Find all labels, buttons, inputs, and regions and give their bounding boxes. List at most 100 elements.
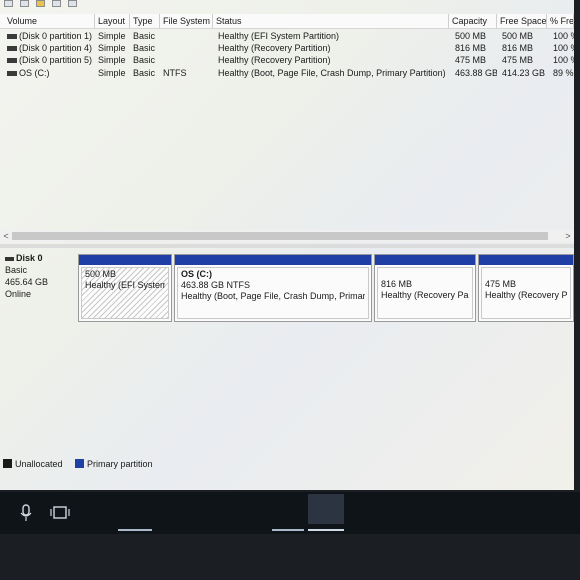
col-freespace-header[interactable]: Free Space — [497, 14, 547, 28]
legend-unallocated-label: Unallocated — [15, 458, 63, 469]
disk-size: 465.64 GB — [5, 277, 49, 287]
status-cell: Healthy (Boot, Page File, Crash Dump, Pr… — [218, 68, 446, 78]
volume-drive-icon — [7, 46, 17, 52]
volume-name: (Disk 0 partition 4) — [19, 43, 93, 53]
status-cell: Healthy (Recovery Partition) — [218, 55, 331, 65]
col-capacity-header[interactable]: Capacity — [449, 14, 497, 28]
partition-status: Healthy (Recovery Partition) — [381, 290, 469, 300]
legend-primary-swatch — [75, 459, 85, 469]
filesystem-cell — [160, 54, 213, 66]
partition-os-c[interactable]: OS (C:) 463.88 GB NTFS Healthy (Boot, Pa… — [174, 254, 372, 322]
partition-recovery-4[interactable]: 816 MB Healthy (Recovery Partition) — [374, 254, 476, 322]
pctfree-cell: 100 % — [553, 55, 574, 65]
capacity-cell: 816 MB — [455, 43, 487, 53]
type-cell: Basic — [133, 43, 156, 53]
freespace-cell: 475 MB — [502, 55, 534, 65]
pctfree-cell: 100 % — [553, 31, 574, 41]
partition-status: Healthy (Boot, Page File, Crash Dump, Pr… — [181, 291, 365, 301]
disk-management-window: Volume Layout Type File System Status Ca… — [0, 0, 574, 490]
volume-drive-icon — [7, 34, 17, 40]
pane-splitter[interactable] — [0, 244, 574, 248]
partition-primary-bar — [375, 255, 475, 265]
status-cell: Healthy (EFI System Partition) — [218, 31, 340, 41]
partition-name: OS (C:) — [181, 269, 212, 279]
microphone-icon[interactable] — [14, 502, 38, 524]
partition-body: 500 MB Healthy (EFI System Partition) — [81, 267, 169, 319]
taskbar-app-indicator — [272, 529, 304, 531]
partition-body: OS (C:) 463.88 GB NTFS Healthy (Boot, Pa… — [177, 267, 369, 319]
partition-recovery-5[interactable]: 475 MB Healthy (Recovery Partition) — [478, 254, 574, 322]
volume-cell: OS (C:) — [4, 67, 95, 79]
taskbar — [0, 492, 580, 534]
volume-name: (Disk 0 partition 1) — [19, 31, 93, 41]
partition-body: 816 MB Healthy (Recovery Partition) — [377, 267, 473, 319]
filesystem-cell — [160, 30, 213, 42]
status-cell: Healthy (Recovery Partition) — [218, 43, 331, 53]
type-cell: Basic — [133, 55, 156, 65]
col-type-header[interactable]: Type — [130, 14, 160, 28]
disk-state: Online — [5, 289, 32, 299]
task-view-icon[interactable] — [48, 502, 72, 524]
capacity-cell: 500 MB — [455, 31, 487, 41]
disk-title: Disk 0 — [5, 252, 76, 264]
freespace-cell: 414.23 GB — [502, 68, 546, 78]
capacity-cell: 475 MB — [455, 55, 487, 65]
layout-cell: Simple — [98, 43, 126, 53]
volume-row[interactable]: OS (C:) Simple Basic NTFS Healthy (Boot,… — [0, 67, 574, 79]
volume-drive-icon — [7, 71, 17, 77]
partition-primary-bar — [479, 255, 573, 265]
taskbar-active-app[interactable] — [308, 494, 344, 524]
col-volume-header[interactable]: Volume — [4, 14, 95, 28]
type-cell: Basic — [133, 31, 156, 41]
partition-body: 475 MB Healthy (Recovery Partition) — [481, 267, 571, 319]
col-pctfree-header[interactable]: % Fre — [547, 14, 574, 28]
toolbar-window-icon[interactable] — [68, 0, 77, 7]
taskbar-app-indicator — [308, 529, 344, 531]
disk-name: Disk 0 — [16, 253, 43, 263]
volume-cell: (Disk 0 partition 4) — [4, 42, 95, 54]
volume-row[interactable]: (Disk 0 partition 5) Simple Basic Health… — [0, 54, 574, 66]
volume-drive-icon — [7, 58, 17, 64]
scroll-left-arrow-icon[interactable]: < — [0, 230, 12, 242]
legend-primary-label: Primary partition — [87, 458, 153, 469]
partition-status: Healthy (EFI System Partition) — [85, 280, 165, 290]
pctfree-cell: 89 % — [553, 68, 574, 78]
legend: Unallocated Primary partition — [0, 456, 574, 470]
toolbar-checklist-icon[interactable] — [20, 0, 29, 7]
layout-cell: Simple — [98, 55, 126, 65]
partition-size: 463.88 GB NTFS — [181, 280, 251, 290]
legend-unallocated-swatch — [3, 459, 12, 469]
toolbar-properties-icon[interactable] — [52, 0, 61, 7]
col-layout-header[interactable]: Layout — [95, 14, 130, 28]
freespace-cell: 500 MB — [502, 31, 534, 41]
toolbar-folder-icon[interactable] — [36, 0, 45, 7]
volume-row[interactable]: (Disk 0 partition 1) Simple Basic Health… — [0, 30, 574, 42]
scrollbar-thumb[interactable] — [12, 232, 548, 240]
scroll-right-arrow-icon[interactable]: > — [562, 230, 574, 242]
volume-name: OS (C:) — [19, 68, 50, 78]
partition-primary-bar — [175, 255, 371, 265]
col-status-header[interactable]: Status — [213, 14, 449, 28]
partition-size: 475 MB — [485, 279, 517, 289]
volume-table-header: Volume Layout Type File System Status Ca… — [0, 14, 574, 29]
pctfree-cell: 100 % — [553, 43, 574, 53]
partition-size: 500 MB — [85, 269, 117, 279]
partition-efi[interactable]: 500 MB Healthy (EFI System Partition) — [78, 254, 172, 322]
volume-row[interactable]: (Disk 0 partition 4) Simple Basic Health… — [0, 42, 574, 54]
filesystem-cell — [160, 42, 213, 54]
capacity-cell: 463.88 GB — [455, 68, 497, 78]
volume-cell: (Disk 0 partition 5) — [4, 54, 95, 66]
horizontal-scrollbar[interactable]: < > — [0, 230, 574, 242]
toolbar-action-icon[interactable] — [4, 0, 13, 7]
volume-cell: (Disk 0 partition 1) — [4, 30, 95, 42]
partition-size: 816 MB — [381, 279, 413, 289]
filesystem-cell: NTFS — [163, 68, 187, 78]
taskbar-app-indicator — [118, 529, 152, 531]
partition-primary-bar — [79, 255, 171, 265]
partition-status: Healthy (Recovery Partition) — [485, 290, 567, 300]
volume-name: (Disk 0 partition 5) — [19, 55, 93, 65]
col-filesystem-header[interactable]: File System — [160, 14, 213, 28]
disk-0-label[interactable]: Disk 0 Basic 465.64 GB Online — [0, 252, 76, 322]
freespace-cell: 816 MB — [502, 43, 534, 53]
toolbar — [0, 0, 574, 12]
